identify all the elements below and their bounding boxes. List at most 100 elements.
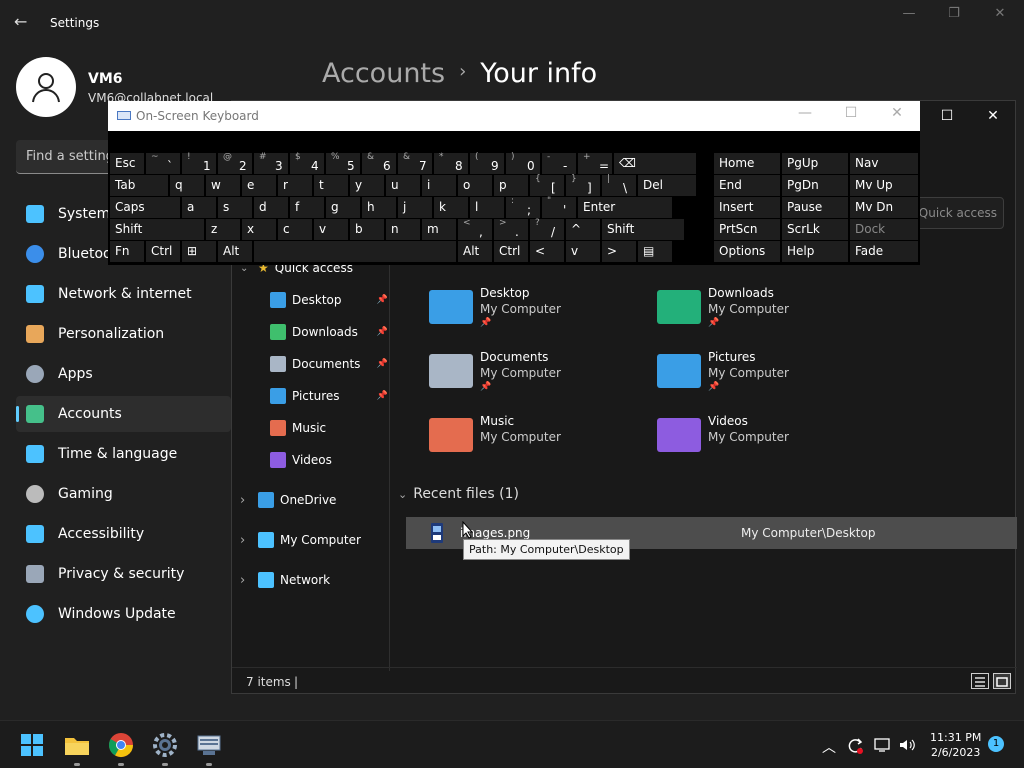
- key-6[interactable]: & 6: [362, 152, 396, 174]
- on-screen-keyboard-icon[interactable]: [195, 731, 223, 759]
- key-f[interactable]: f: [290, 197, 324, 218]
- nav-item-time-language[interactable]: Time & language: [16, 436, 231, 472]
- key-b[interactable]: b: [350, 219, 384, 240]
- key-pgup[interactable]: PgUp: [782, 153, 848, 174]
- key-options[interactable]: Options: [714, 241, 780, 262]
- key-fn[interactable]: Fn: [110, 241, 144, 262]
- key-e[interactable]: e: [242, 175, 276, 196]
- nav-item-accessibility[interactable]: Accessibility: [16, 516, 231, 552]
- key-space[interactable]: [254, 241, 456, 262]
- tree-item-pictures[interactable]: Pictures 📌: [270, 381, 390, 411]
- key-v[interactable]: v: [314, 219, 348, 240]
- nav-item-network-internet[interactable]: Network & internet: [16, 276, 231, 312]
- key-t[interactable]: t: [314, 175, 348, 196]
- key-o[interactable]: o: [458, 175, 492, 196]
- key-\[interactable]: | \: [602, 174, 636, 196]
- key-'[interactable]: " ': [542, 196, 576, 218]
- key-nav[interactable]: Nav: [850, 153, 918, 174]
- key-scrlk[interactable]: ScrLk: [782, 219, 848, 240]
- key-g[interactable]: g: [326, 197, 360, 218]
- key-/[interactable]: ? /: [530, 218, 564, 240]
- key-ctrl[interactable]: Ctrl: [494, 241, 528, 262]
- key-4[interactable]: $4: [290, 152, 324, 174]
- folder-tile-downloads[interactable]: Downloads My Computer 📌: [657, 286, 857, 342]
- key-caps[interactable]: Caps: [110, 197, 180, 218]
- key-help[interactable]: Help: [782, 241, 848, 262]
- key-j[interactable]: j: [398, 197, 432, 218]
- key-=[interactable]: + =: [578, 152, 612, 174]
- key-k[interactable]: k: [434, 197, 468, 218]
- key-i[interactable]: i: [422, 175, 456, 196]
- file-explorer-icon[interactable]: [63, 731, 91, 759]
- key-pause[interactable]: Pause: [782, 197, 848, 218]
- restore-icon[interactable]: ❐: [934, 6, 974, 28]
- key-9[interactable]: (9: [470, 152, 504, 174]
- folder-tile-videos[interactable]: Videos My Computer: [657, 414, 857, 470]
- key-n[interactable]: n: [386, 219, 420, 240]
- key-d[interactable]: d: [254, 197, 288, 218]
- key-prtscn[interactable]: PrtScn: [714, 219, 780, 240]
- tree-item-desktop[interactable]: Desktop 📌: [270, 285, 390, 315]
- minimize-icon[interactable]: —: [889, 6, 929, 28]
- tree-item-downloads[interactable]: Downloads 📌: [270, 317, 390, 347]
- key-▤[interactable]: ▤: [638, 241, 672, 262]
- key-5[interactable]: % 5: [326, 152, 360, 174]
- key-q[interactable]: q: [170, 175, 204, 196]
- key-w[interactable]: w: [206, 175, 240, 196]
- chevron-up-icon[interactable]: ︿: [822, 737, 836, 757]
- key-dock[interactable]: Dock: [850, 219, 918, 240]
- key-alt[interactable]: Alt: [458, 241, 492, 262]
- settings-search-input[interactable]: Find a setting: [16, 140, 116, 174]
- settings-gear-icon[interactable]: [151, 731, 179, 759]
- key-a[interactable]: a: [182, 197, 216, 218]
- key-c[interactable]: c: [278, 219, 312, 240]
- chrome-icon[interactable]: [107, 731, 135, 759]
- key-8[interactable]: * 8: [434, 152, 468, 174]
- large-icons-view-button[interactable]: [993, 673, 1011, 689]
- taskbar-clock[interactable]: 11:31 PM 2/6/2023: [930, 730, 981, 760]
- key-home[interactable]: Home: [714, 153, 780, 174]
- close-icon[interactable]: ✕: [970, 101, 1016, 131]
- back-arrow-icon[interactable]: ←: [14, 12, 27, 31]
- key-v[interactable]: v: [566, 241, 600, 262]
- recent-files-header[interactable]: ⌄ Recent files (1): [398, 486, 519, 502]
- key-y[interactable]: y: [350, 175, 384, 196]
- key-7[interactable]: & 7: [398, 152, 432, 174]
- key-pgdn[interactable]: PgDn: [782, 175, 848, 196]
- key-⊞[interactable]: ⊞: [182, 241, 216, 262]
- key-`[interactable]: ~ `: [146, 152, 180, 174]
- close-icon[interactable]: ✕: [882, 105, 912, 127]
- osk-titlebar[interactable]: On-Screen Keyboard — ☐ ✕: [108, 101, 920, 131]
- key-1[interactable]: ! 1: [182, 152, 216, 174]
- key-shift[interactable]: Shift: [110, 219, 204, 240]
- key-mv-up[interactable]: Mv Up: [850, 175, 918, 196]
- minimize-icon[interactable]: —: [790, 105, 820, 127]
- key-.[interactable]: >.: [494, 218, 528, 240]
- key-mv-dn[interactable]: Mv Dn: [850, 197, 918, 218]
- network-icon[interactable]: [873, 737, 891, 753]
- notification-badge[interactable]: 1: [988, 736, 1004, 752]
- key-2[interactable]: @2: [218, 152, 252, 174]
- key-r[interactable]: r: [278, 175, 312, 196]
- tree-item-documents[interactable]: Documents 📌: [270, 349, 390, 379]
- key-ctrl[interactable]: Ctrl: [146, 241, 180, 262]
- key-x[interactable]: x: [242, 219, 276, 240]
- key-tab[interactable]: Tab: [110, 175, 168, 196]
- key-del[interactable]: Del: [638, 175, 696, 196]
- key-u[interactable]: u: [386, 175, 420, 196]
- start-icon[interactable]: [18, 731, 46, 759]
- key-enter[interactable]: Enter: [578, 197, 672, 218]
- key-⌫[interactable]: ⌫: [614, 153, 696, 174]
- tree-item-network[interactable]: › Network: [240, 565, 390, 595]
- tree-item-onedrive[interactable]: › OneDrive: [240, 485, 390, 515]
- breadcrumb-parent[interactable]: Accounts: [322, 58, 445, 89]
- key-,[interactable]: <,: [458, 218, 492, 240]
- key-[[interactable]: {[: [530, 174, 564, 196]
- close-icon[interactable]: ✕: [980, 6, 1020, 28]
- nav-item-gaming[interactable]: Gaming: [16, 476, 231, 512]
- key-3[interactable]: #3: [254, 152, 288, 174]
- key-esc[interactable]: Esc: [110, 153, 144, 174]
- key-^[interactable]: ^: [566, 219, 600, 240]
- key-0[interactable]: ) 0: [506, 152, 540, 174]
- maximize-icon[interactable]: ☐: [836, 105, 866, 127]
